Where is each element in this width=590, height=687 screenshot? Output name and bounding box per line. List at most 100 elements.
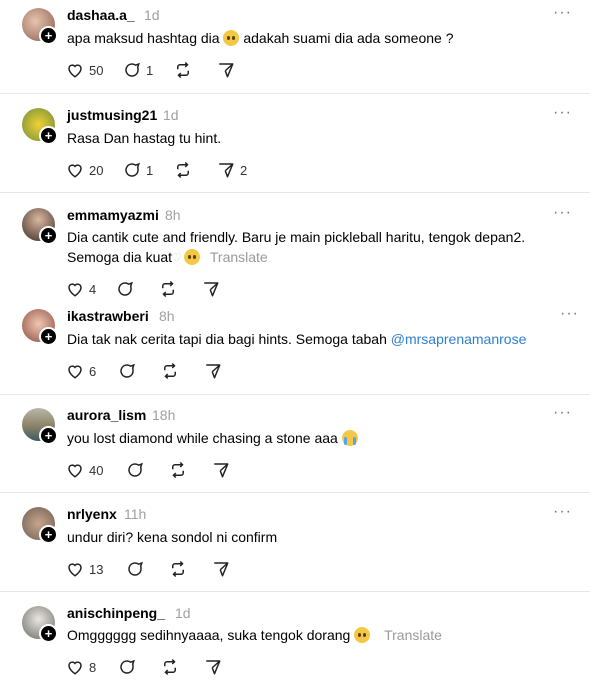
send-icon <box>206 364 221 379</box>
translate-link[interactable]: Translate <box>210 249 268 265</box>
follow-plus-icon[interactable]: + <box>39 426 58 445</box>
like-count: 50 <box>89 62 104 78</box>
like-button[interactable]: 20 <box>66 159 103 181</box>
more-icon[interactable]: ··· <box>553 503 572 521</box>
username[interactable]: nrlyenx <box>67 506 117 522</box>
share-button[interactable] <box>204 360 222 382</box>
like-button[interactable]: 6 <box>66 360 96 382</box>
username[interactable]: justmusing21 <box>67 107 157 123</box>
follow-plus-icon[interactable]: + <box>39 327 58 346</box>
reply-button[interactable]: 1 <box>123 59 153 81</box>
follow-plus-icon[interactable]: + <box>39 525 58 544</box>
timestamp: 18h <box>152 407 176 423</box>
timestamp: 1d <box>175 605 191 621</box>
heart-icon <box>68 464 82 478</box>
comment-text: you lost diamond while chasing a stone a… <box>67 428 557 448</box>
repost-icon <box>162 280 174 298</box>
like-button[interactable]: 40 <box>66 459 103 481</box>
repost-icon <box>172 560 184 578</box>
comment-text: apa maksud hashtag dia adakah suami dia … <box>67 30 454 46</box>
repost-button[interactable] <box>161 656 179 678</box>
share-button[interactable]: 2 <box>217 159 247 181</box>
like-button[interactable]: 50 <box>66 59 103 81</box>
repost-button[interactable] <box>161 360 179 382</box>
heart-icon <box>68 563 82 577</box>
repost-button[interactable] <box>174 59 192 81</box>
repost-icon <box>164 658 176 676</box>
share-button[interactable] <box>217 59 235 81</box>
like-count: 40 <box>89 462 104 478</box>
username[interactable]: ikastrawberi <box>67 308 149 324</box>
timestamp: 11h <box>124 506 147 522</box>
comment-icon <box>120 659 135 674</box>
comment-text: Dia tak nak cerita tapi dia bagi hints. … <box>67 331 527 347</box>
follow-plus-icon[interactable]: + <box>39 226 58 245</box>
repost-icon <box>164 362 176 380</box>
follow-plus-icon[interactable]: + <box>39 126 58 145</box>
repost-button[interactable] <box>169 558 187 580</box>
sob-emoji <box>341 430 358 446</box>
username[interactable]: aurora_lism <box>67 407 146 423</box>
pleading-face-emoji <box>183 249 200 265</box>
send-icon <box>214 463 229 478</box>
divider <box>0 192 590 193</box>
username[interactable]: anischinpeng_ <box>67 605 165 621</box>
reply-button[interactable] <box>116 278 134 300</box>
send-icon <box>206 660 221 675</box>
like-button[interactable]: 13 <box>66 558 103 580</box>
like-count: 13 <box>89 561 104 577</box>
heart-icon <box>68 365 82 379</box>
comment-text: Dia cantik cute and friendly. Baru je ma… <box>67 229 526 266</box>
more-icon[interactable]: ··· <box>553 104 572 122</box>
comment-text: undur diri? kena sondol ni confirm <box>67 529 278 545</box>
pleading-face-emoji <box>354 627 371 643</box>
like-count: 20 <box>89 162 104 178</box>
like-count: 6 <box>89 363 97 379</box>
pleading-face-emoji <box>223 30 240 46</box>
divider <box>0 394 590 395</box>
reply-button[interactable] <box>126 459 144 481</box>
more-icon[interactable]: ··· <box>560 305 579 323</box>
heart-icon <box>68 283 82 297</box>
more-icon[interactable]: ··· <box>553 4 572 22</box>
share-button[interactable] <box>212 459 230 481</box>
divider <box>0 492 590 493</box>
timestamp: 8h <box>165 207 181 223</box>
like-button[interactable]: 8 <box>66 656 96 678</box>
like-count: 8 <box>89 659 97 675</box>
repost-button[interactable] <box>169 459 187 481</box>
repost-icon <box>172 461 184 479</box>
send-icon <box>219 163 234 178</box>
heart-icon <box>68 661 82 675</box>
more-icon[interactable]: ··· <box>553 404 572 422</box>
reply-button[interactable] <box>118 360 136 382</box>
repost-icon <box>177 61 189 79</box>
repost-button[interactable] <box>159 278 177 300</box>
like-button[interactable]: 4 <box>66 278 96 300</box>
reply-button[interactable] <box>118 656 136 678</box>
comment-icon <box>120 363 135 378</box>
more-icon[interactable]: ··· <box>553 204 572 222</box>
comment-text: Rasa Dan hastag tu hint. <box>67 130 222 146</box>
share-button[interactable] <box>212 558 230 580</box>
send-icon <box>219 63 234 78</box>
reply-button[interactable]: 1 <box>123 159 153 181</box>
comment-icon <box>128 462 143 477</box>
username[interactable]: dashaa.a_ <box>67 7 135 23</box>
share-button[interactable] <box>202 278 220 300</box>
share-button[interactable] <box>204 656 222 678</box>
username[interactable]: emmamyazmi <box>67 207 159 223</box>
follow-plus-icon[interactable]: + <box>39 26 58 45</box>
divider <box>0 591 590 592</box>
follow-plus-icon[interactable]: + <box>39 624 58 643</box>
divider <box>0 93 590 94</box>
mention-link[interactable]: @mrsaprenamanrose <box>391 331 527 347</box>
reply-count: 1 <box>146 162 154 178</box>
comment-icon <box>125 62 140 77</box>
translate-link[interactable]: Translate <box>384 627 442 643</box>
comment-icon <box>128 561 143 576</box>
comment-icon <box>118 281 133 296</box>
repost-button[interactable] <box>174 159 192 181</box>
repost-icon <box>177 161 189 179</box>
reply-button[interactable] <box>126 558 144 580</box>
